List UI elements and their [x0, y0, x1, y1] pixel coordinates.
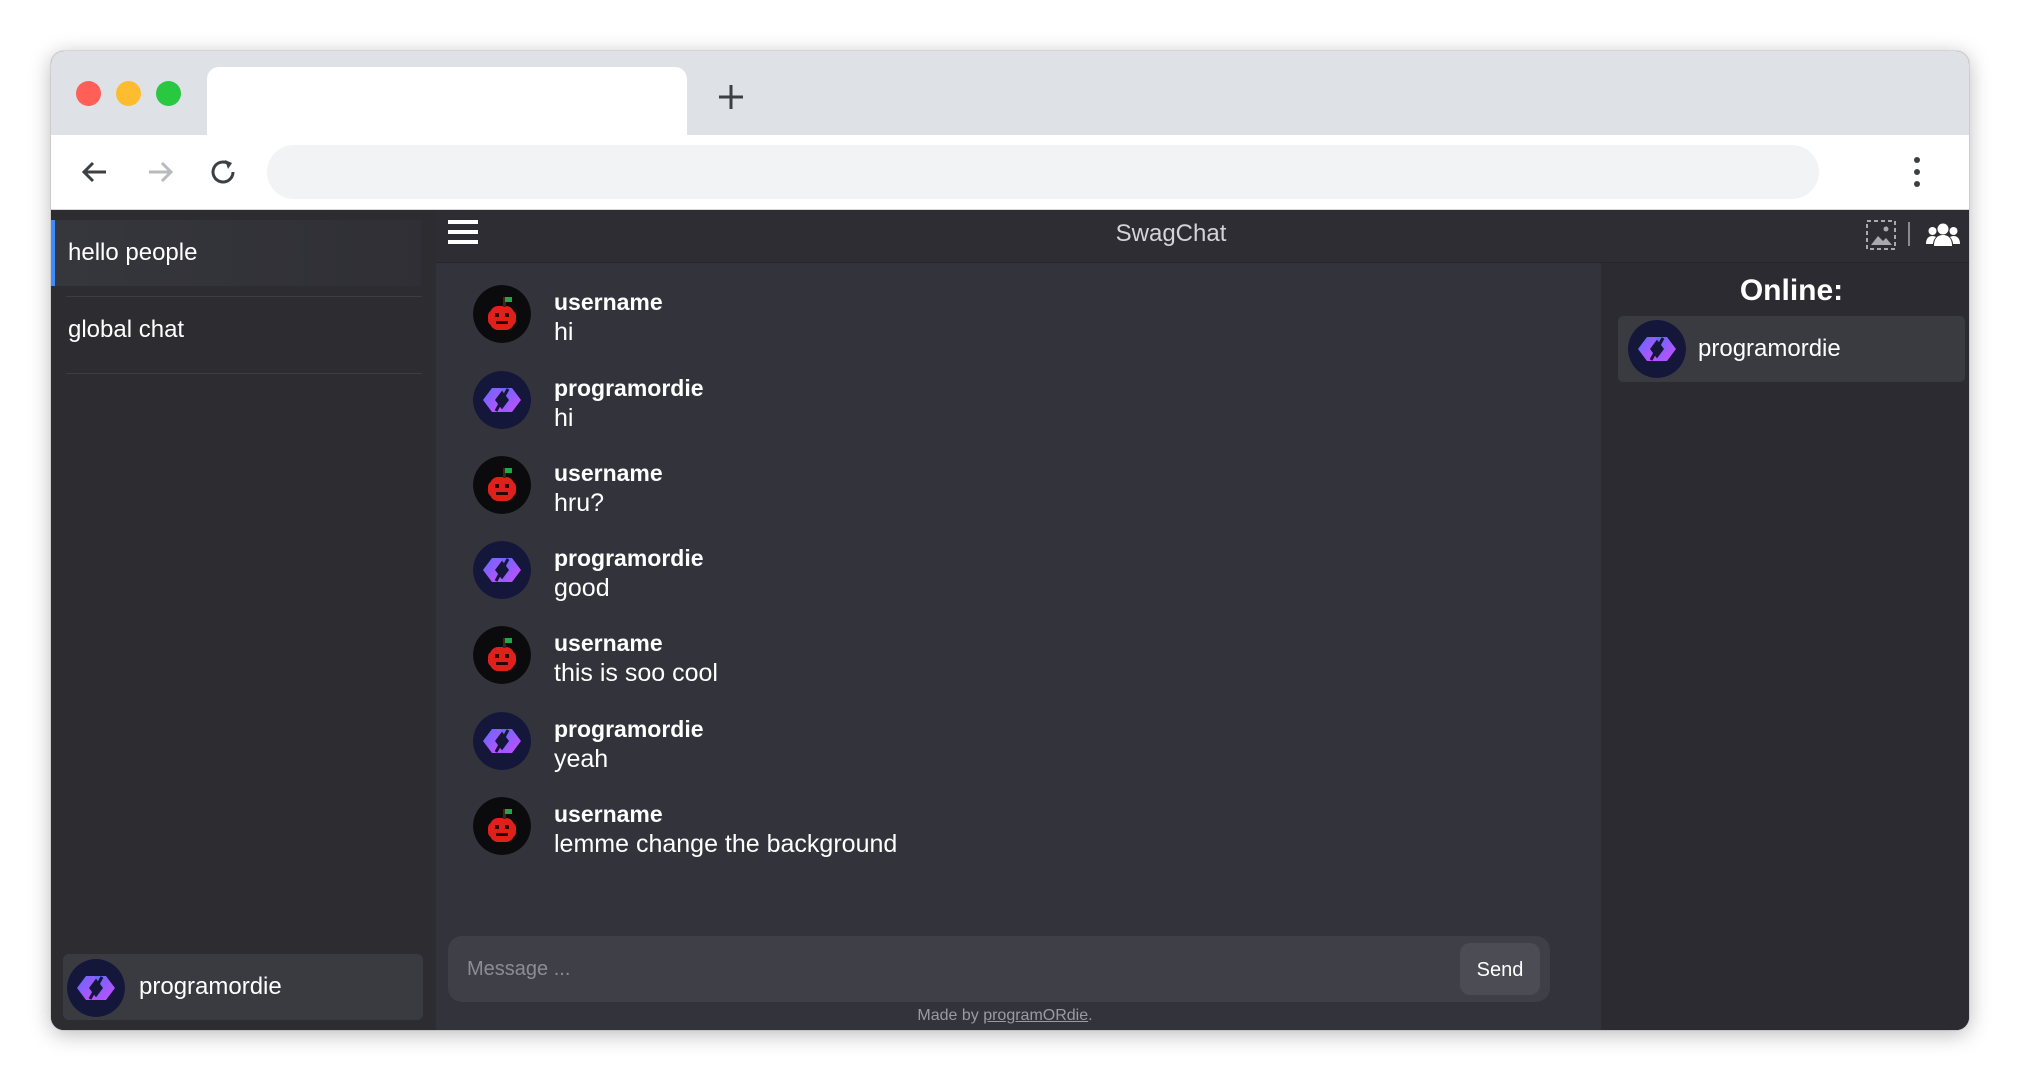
icon-separator: [1908, 222, 1910, 246]
message-text: this is soo cool: [554, 659, 718, 687]
new-tab-button[interactable]: [711, 77, 751, 117]
tab-bar: [51, 51, 1969, 135]
online-user[interactable]: programordie: [1618, 316, 1965, 382]
message-text: yeah: [554, 745, 609, 773]
room-label: hello people: [68, 239, 198, 266]
author-link[interactable]: programORdie: [983, 1007, 1088, 1024]
footer-credit: Made by programORdie.: [436, 1006, 1574, 1026]
main-panel: SwagChat username hi programordie hi use…: [436, 210, 1969, 1030]
message-author: programordie: [554, 545, 704, 571]
message-author: programordie: [554, 716, 704, 742]
minimize-window-button[interactable]: [116, 81, 141, 106]
apple-avatar[interactable]: [473, 285, 531, 343]
close-window-button[interactable]: [76, 81, 101, 106]
code-logo-avatar[interactable]: [473, 371, 531, 429]
current-user-card[interactable]: programordie: [63, 954, 423, 1020]
chat-area: username hi programordie hi username hru…: [436, 263, 1601, 1030]
message-composer: Send: [448, 936, 1550, 1002]
message-text: hru?: [554, 489, 605, 517]
avatar: [1628, 320, 1686, 378]
footer-prefix: Made by: [917, 1007, 984, 1024]
room-divider: [66, 373, 422, 374]
message-text: good: [554, 574, 610, 602]
code-logo-avatar[interactable]: [473, 541, 531, 599]
message-author: username: [554, 630, 663, 656]
users-icon[interactable]: [1926, 222, 1960, 248]
footer-suffix: .: [1088, 1007, 1093, 1024]
address-bar[interactable]: [267, 145, 1819, 199]
reload-icon[interactable]: [206, 155, 240, 189]
message-text: lemme change the background: [554, 830, 898, 858]
message-author: username: [554, 289, 663, 315]
room-label: global chat: [68, 316, 185, 343]
room-hello-people[interactable]: hello people: [51, 220, 421, 286]
browser-tab[interactable]: [207, 67, 687, 135]
send-button[interactable]: Send: [1460, 943, 1540, 995]
message-text: hi: [554, 404, 574, 432]
top-bar: SwagChat: [436, 210, 1969, 263]
online-panel: Online: programordie: [1614, 263, 1969, 1030]
online-username: programordie: [1698, 335, 1841, 362]
message-text: hi: [554, 318, 574, 346]
code-logo-avatar[interactable]: [473, 712, 531, 770]
avatar: [67, 959, 125, 1017]
message-author: username: [554, 801, 663, 827]
background-image-icon[interactable]: [1865, 219, 1897, 251]
apple-avatar[interactable]: [473, 456, 531, 514]
room-global-chat[interactable]: global chat: [51, 297, 421, 363]
rooms-sidebar: hello people global chat programordie: [51, 210, 436, 1030]
apple-avatar[interactable]: [473, 797, 531, 855]
browser-window: hello people global chat programordie Sw…: [51, 51, 1969, 1030]
message-author: programordie: [554, 375, 704, 401]
maximize-window-button[interactable]: [156, 81, 181, 106]
apple-avatar[interactable]: [473, 626, 531, 684]
browser-toolbar: [51, 135, 1969, 210]
swagchat-app: hello people global chat programordie Sw…: [51, 210, 1969, 1030]
forward-arrow-icon[interactable]: [143, 155, 177, 189]
message-author: username: [554, 460, 663, 486]
app-title: SwagChat: [1115, 220, 1227, 247]
current-username: programordie: [139, 973, 282, 1000]
message-input[interactable]: [448, 936, 1448, 1002]
more-vertical-icon[interactable]: [1911, 153, 1923, 191]
online-title: Online:: [1739, 274, 1844, 307]
back-arrow-icon[interactable]: [78, 155, 112, 189]
